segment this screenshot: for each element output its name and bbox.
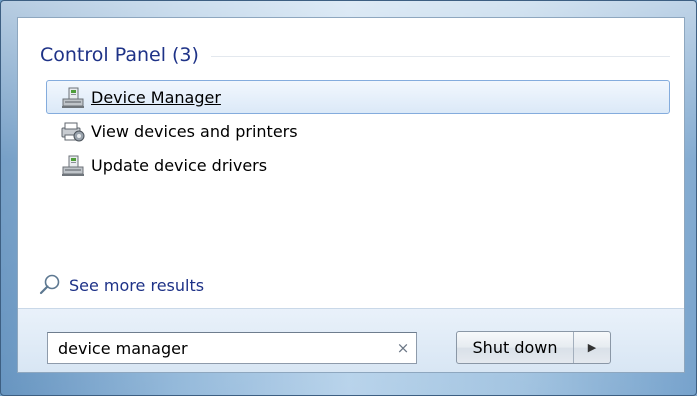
group-divider xyxy=(210,55,670,57)
result-item-device-manager[interactable]: Device Manager xyxy=(46,80,670,114)
devices-printers-icon xyxy=(61,122,85,142)
group-title[interactable]: Control Panel (3) xyxy=(40,44,199,66)
see-more-results-label: See more results xyxy=(69,275,205,295)
search-box[interactable]: × xyxy=(47,332,417,364)
results-group-header: Control Panel (3) xyxy=(40,40,670,70)
start-menu-panel: Control Panel (3) Device Manager View de… xyxy=(17,17,685,373)
see-more-results-link[interactable]: See more results xyxy=(38,272,204,298)
clear-search-icon[interactable]: × xyxy=(390,339,416,357)
result-item-label: View devices and printers xyxy=(91,121,298,141)
result-item-label: Update device drivers xyxy=(91,155,268,175)
shutdown-options-arrow-icon[interactable]: ▶ xyxy=(574,332,610,363)
device-manager-icon xyxy=(62,155,84,176)
result-item-update-device-drivers[interactable]: Update device drivers xyxy=(46,148,670,182)
shutdown-button-group: Shut down ▶ xyxy=(456,331,611,364)
shutdown-button[interactable]: Shut down xyxy=(457,332,574,363)
search-results-area: Control Panel (3) Device Manager View de… xyxy=(18,18,684,308)
result-item-label: Device Manager xyxy=(91,87,221,107)
result-list: Device Manager View devices and printers xyxy=(46,80,670,182)
start-menu-bottom-bar: × Shut down ▶ xyxy=(18,308,684,372)
magnifier-icon xyxy=(39,274,60,295)
start-menu-window: Control Panel (3) Device Manager View de… xyxy=(0,0,697,396)
search-input[interactable] xyxy=(48,334,390,362)
window-frame-footer xyxy=(17,373,685,385)
result-item-view-devices-printers[interactable]: View devices and printers xyxy=(46,114,670,148)
device-manager-icon xyxy=(62,87,84,108)
